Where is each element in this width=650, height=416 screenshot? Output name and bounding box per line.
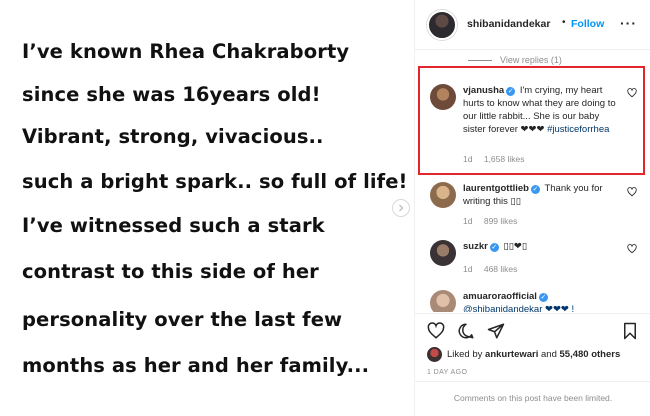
comment-time[interactable]: 1d bbox=[463, 264, 472, 274]
avatar[interactable] bbox=[427, 10, 457, 40]
more-options-button[interactable]: ··· bbox=[620, 15, 637, 31]
post-text-line: contrast to this side of her bbox=[22, 260, 319, 283]
post-text-line: personality over the last few bbox=[22, 308, 343, 331]
share-paper-plane-icon[interactable] bbox=[487, 322, 505, 340]
header-username[interactable]: shibanidandekar bbox=[467, 18, 550, 30]
comment-time[interactable]: 1d bbox=[463, 216, 472, 226]
post-actions: Liked by ankurtewari and 55,480 others 1… bbox=[415, 313, 650, 413]
bookmark-icon[interactable] bbox=[621, 322, 639, 340]
post-date[interactable]: 1 DAY AGO bbox=[427, 369, 467, 376]
post-image[interactable]: I’ve known Rhea Chakraborty since she wa… bbox=[0, 0, 414, 416]
comment-item: amuaroraofficial ✓ @shibanidandekar ❤❤❤ ! bbox=[415, 290, 650, 312]
verified-badge-icon: ✓ bbox=[538, 293, 548, 302]
comment-bubble-icon[interactable] bbox=[457, 322, 475, 340]
avatar[interactable] bbox=[427, 347, 442, 362]
liked-by-count[interactable]: 55,480 others bbox=[560, 349, 621, 360]
comment-text: laurentgottlieb ✓ Thank you for writing t… bbox=[463, 182, 621, 208]
comment-meta: 1d 899 likes bbox=[463, 216, 526, 226]
comment-username[interactable]: amuaroraofficial bbox=[463, 291, 537, 302]
like-heart-icon[interactable] bbox=[427, 322, 445, 340]
chevron-right-icon bbox=[399, 204, 404, 212]
liked-by: Liked by ankurtewari and 55,480 others bbox=[427, 347, 620, 362]
avatar[interactable] bbox=[430, 240, 456, 266]
post-text-line: such a bright spark.. so full of life! bbox=[22, 170, 408, 193]
comment-text: suzkr ✓ ▯▯❤▯ bbox=[463, 240, 621, 253]
comments-limited-notice: Comments on this post have been limited. bbox=[415, 381, 650, 414]
avatar[interactable] bbox=[430, 182, 456, 208]
comment-text: amuaroraofficial ✓ @shibanidandekar ❤❤❤ ! bbox=[463, 290, 621, 312]
post-text-line: Vibrant, strong, vivacious.. bbox=[22, 125, 324, 148]
comment-highlight-box bbox=[418, 66, 645, 175]
liked-by-user[interactable]: ankurtewari bbox=[485, 349, 538, 360]
comment-username[interactable]: laurentgottlieb bbox=[463, 183, 529, 194]
liked-by-and: and bbox=[541, 349, 557, 360]
comment-body: ▯▯❤▯ bbox=[503, 241, 528, 252]
post-text-line: I’ve witnessed such a stark bbox=[22, 214, 325, 237]
comments-panel: shibanidandekar • Follow ··· View replie… bbox=[414, 0, 650, 416]
post-text-line: since she was 16years old! bbox=[22, 83, 321, 106]
verified-badge-icon: ✓ bbox=[489, 243, 499, 252]
post-text-line: I’ve known Rhea Chakraborty bbox=[22, 40, 350, 63]
view-replies-label: View replies (1) bbox=[500, 55, 562, 65]
post-text-line: months as her and her family... bbox=[22, 354, 370, 377]
avatar[interactable] bbox=[430, 290, 456, 312]
view-replies-link[interactable]: View replies (1) bbox=[468, 55, 562, 65]
divider bbox=[468, 59, 492, 61]
comment-username[interactable]: suzkr bbox=[463, 241, 488, 252]
verified-badge-icon: ✓ bbox=[530, 185, 540, 194]
comment-meta: 1d 468 likes bbox=[463, 264, 526, 274]
post-header: shibanidandekar • Follow ··· bbox=[415, 0, 650, 50]
heart-icon[interactable] bbox=[627, 187, 637, 197]
heart-icon[interactable] bbox=[627, 244, 637, 254]
comment-body: @shibanidandekar ❤❤❤ ! bbox=[463, 304, 575, 312]
next-slide-button[interactable] bbox=[392, 199, 410, 217]
liked-by-prefix: Liked by bbox=[447, 349, 483, 360]
separator-dot: • bbox=[562, 17, 566, 28]
follow-button[interactable]: Follow bbox=[571, 18, 604, 30]
comment-likes[interactable]: 899 likes bbox=[484, 216, 518, 226]
comment-likes[interactable]: 468 likes bbox=[484, 264, 518, 274]
